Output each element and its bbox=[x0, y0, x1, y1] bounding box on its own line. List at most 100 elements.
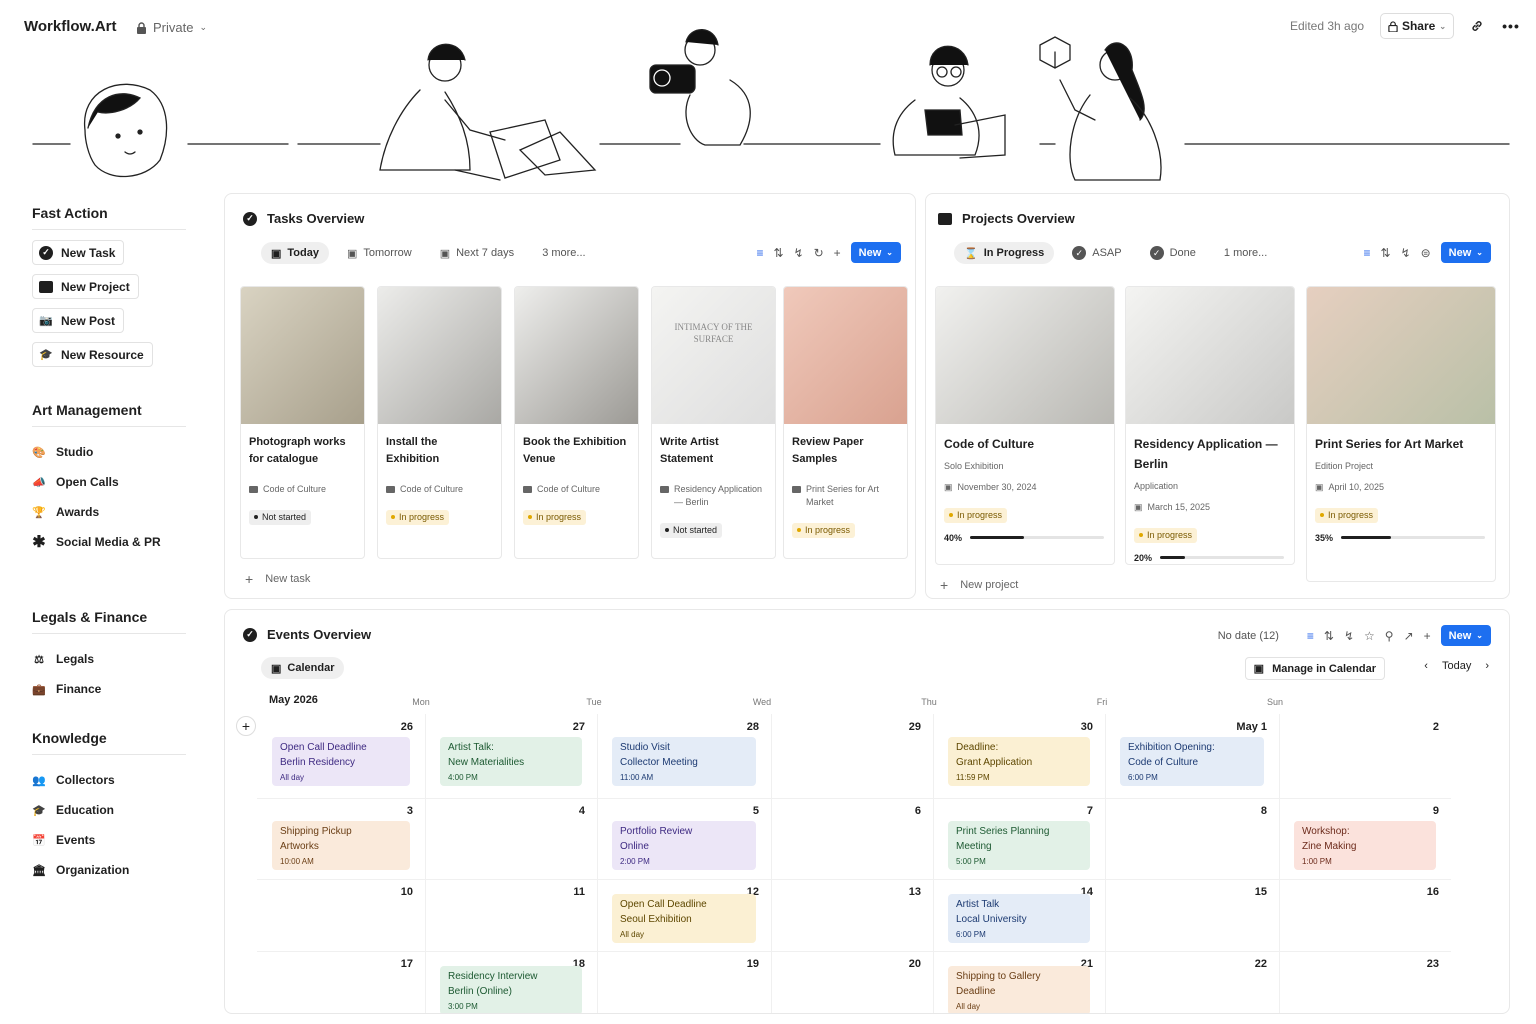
calendar-event[interactable]: Portfolio Review Online 2:00 PM bbox=[612, 821, 756, 870]
event-subtitle: Zine Making bbox=[1302, 841, 1357, 852]
tab-next-7-days[interactable]: ▣ Next 7 days bbox=[430, 242, 525, 264]
sidebar-item-organization[interactable]: 🏛 Organization bbox=[32, 855, 186, 885]
tab-asap[interactable]: ✓ ASAP bbox=[1062, 242, 1131, 264]
task-card[interactable]: INTIMACY OF THE SURFACE Write Artist Stat… bbox=[651, 286, 776, 559]
star-icon[interactable]: ☆ bbox=[1364, 629, 1375, 643]
task-card[interactable]: Photograph works for catalogue Code of Cu… bbox=[240, 286, 365, 559]
refresh-icon[interactable]: ↻ bbox=[814, 246, 824, 260]
tab-tomorrow[interactable]: ▣ Tomorrow bbox=[337, 242, 422, 264]
task-card[interactable]: Review Paper Samples Print Series for Art… bbox=[783, 286, 908, 559]
new-project-button[interactable]: New Project bbox=[32, 274, 139, 299]
settings-sliders-icon[interactable]: ⊜ bbox=[1421, 246, 1431, 260]
event-time: 11:59 PM bbox=[956, 773, 990, 782]
project-card[interactable]: Print Series for Art Market Edition Proje… bbox=[1306, 286, 1496, 582]
lightning-icon[interactable]: ↯ bbox=[1344, 629, 1354, 643]
sort-icon[interactable]: ⇅ bbox=[1324, 629, 1334, 643]
check-circle-icon: ✓ bbox=[243, 211, 257, 226]
new-post-button[interactable]: 📷 New Post bbox=[32, 308, 125, 333]
events-new-button[interactable]: New ⌄ bbox=[1440, 625, 1491, 646]
add-event-button[interactable]: + bbox=[236, 716, 256, 736]
event-time: All day bbox=[280, 773, 305, 782]
sidebar-item-awards[interactable]: 🏆 Awards bbox=[32, 497, 186, 527]
tab-today[interactable]: ▣ Today bbox=[261, 242, 329, 264]
tasks-panel: ✓ Tasks Overview ▣ Today ▣ Tomorrow ▣ Next … bbox=[224, 193, 916, 599]
progress-track bbox=[1160, 556, 1284, 559]
calendar-event[interactable]: Open Call Deadline Berlin Residency All da… bbox=[272, 737, 410, 786]
sidebar-item-label: Awards bbox=[56, 505, 100, 519]
projects-title-label: Projects Overview bbox=[962, 211, 1075, 226]
calendar-event[interactable]: Residency Interview Berlin (Online) 3:00 P… bbox=[440, 966, 582, 1013]
new-label: New bbox=[1448, 629, 1472, 642]
tab-more[interactable]: 1 more... bbox=[1214, 242, 1277, 264]
task-card-project: Code of Culture bbox=[378, 483, 501, 496]
calendar-event[interactable]: Print Series Planning Meeting 5:00 PM bbox=[948, 821, 1090, 870]
lightning-icon[interactable]: ↯ bbox=[1401, 246, 1411, 260]
sidebar-item-collectors[interactable]: 👥 Collectors bbox=[32, 765, 186, 795]
filter-icon[interactable]: ≡ bbox=[1363, 246, 1370, 260]
calendar-event[interactable]: Artist Talk Local University 6:00 PM bbox=[948, 894, 1090, 943]
sidebar-item-education[interactable]: 🎓 Education bbox=[32, 795, 186, 825]
event-title: Artist Talk bbox=[956, 899, 1000, 910]
calendar-event[interactable]: Workshop: Zine Making 1:00 PM bbox=[1294, 821, 1436, 870]
sidebar-item-finance[interactable]: 💼 Finance bbox=[32, 674, 186, 704]
tab-in-progress[interactable]: ⌛ In Progress bbox=[954, 242, 1055, 264]
calendar-event[interactable]: Exhibition Opening: Code of Culture 6:00 P… bbox=[1120, 737, 1264, 786]
calendar-day-number: 28 bbox=[746, 721, 759, 733]
status-dot bbox=[949, 513, 953, 517]
calendar-day-number: 15 bbox=[1254, 886, 1267, 898]
chevron-right-icon[interactable]: › bbox=[1485, 660, 1489, 672]
status-label: In progress bbox=[399, 512, 445, 522]
sort-icon[interactable]: ⇅ bbox=[1380, 246, 1390, 260]
tasks-new-button[interactable]: New ⌄ bbox=[850, 242, 901, 263]
sidebar-item-social-media[interactable]: ✱ Social Media & PR bbox=[32, 527, 186, 557]
calendar-event[interactable]: Open Call Deadline Seoul Exhibition All da… bbox=[612, 894, 756, 943]
calendar-day-number: 8 bbox=[1260, 805, 1267, 817]
calendar-day-number: 7 bbox=[1086, 805, 1093, 817]
sidebar: Fast Action ✓ New Task New Project 📷 New P… bbox=[32, 205, 186, 885]
today-button[interactable]: Today bbox=[1442, 660, 1471, 672]
sidebar-item-studio[interactable]: 🎨 Studio bbox=[32, 437, 186, 467]
project-card[interactable]: Code of Culture Solo Exhibition ▣ November … bbox=[935, 286, 1115, 565]
calendar-icon: ▣ bbox=[1315, 482, 1324, 492]
plus-icon[interactable]: + bbox=[1424, 629, 1431, 643]
task-card-status: In progress bbox=[378, 496, 501, 525]
new-task-row[interactable]: + New task bbox=[245, 571, 310, 587]
graduation-cap-icon: 🎓 bbox=[39, 349, 53, 361]
task-card-status: In progress bbox=[515, 496, 638, 525]
new-task-button[interactable]: ✓ New Task bbox=[32, 240, 125, 265]
sort-icon[interactable]: ⇅ bbox=[773, 246, 783, 260]
sidebar-item-legals[interactable]: ⚖ Legals bbox=[32, 644, 186, 674]
manage-calendar-button[interactable]: ▣ Manage in Calendar bbox=[1244, 657, 1385, 680]
projects-new-button[interactable]: New ⌄ bbox=[1440, 242, 1491, 263]
sidebar-item-open-calls[interactable]: 📣 Open Calls bbox=[32, 467, 186, 497]
plus-icon[interactable]: + bbox=[834, 246, 841, 260]
calendar-event[interactable]: Shipping Pickup Artworks 10:00 AM bbox=[272, 821, 410, 870]
calendar-icon: ▣ bbox=[271, 247, 282, 260]
calendar-event[interactable]: Deadline: Grant Application 11:59 PM bbox=[948, 737, 1090, 786]
expand-icon[interactable]: ↗ bbox=[1404, 629, 1414, 643]
project-label: Code of Culture bbox=[537, 484, 601, 494]
filter-icon[interactable]: ≡ bbox=[756, 246, 763, 260]
search-icon[interactable]: ⚲ bbox=[1385, 629, 1394, 643]
tab-done[interactable]: ✓ Done bbox=[1140, 242, 1206, 264]
chevron-left-icon[interactable]: ‹ bbox=[1424, 660, 1428, 672]
new-resource-button[interactable]: 🎓 New Resource bbox=[32, 342, 153, 367]
tab-calendar[interactable]: ▣ Calendar bbox=[261, 657, 345, 679]
calendar-event[interactable]: Studio Visit Collector Meeting 11:00 AM bbox=[612, 737, 756, 786]
sidebar-item-events[interactable]: 📅 Events bbox=[32, 825, 186, 855]
tab-more[interactable]: 3 more... bbox=[532, 242, 595, 264]
task-card[interactable]: Book the Exhibition Venue Code of Culture… bbox=[514, 286, 639, 559]
no-date-count[interactable]: No date (12) bbox=[1218, 630, 1279, 642]
new-task-label: New Task bbox=[61, 245, 116, 260]
calendar-event[interactable]: Shipping to Gallery Deadline All day bbox=[948, 966, 1090, 1013]
calendar-event[interactable]: Artist Talk: New Materialities 4:00 PM bbox=[440, 737, 582, 786]
task-card-project: Code of Culture bbox=[515, 483, 638, 496]
task-card[interactable]: Install the Exhibition Code of Culture In … bbox=[377, 286, 502, 559]
new-project-row[interactable]: + New project bbox=[940, 577, 1018, 593]
calendar-day-number: 5 bbox=[752, 805, 759, 817]
lightning-icon[interactable]: ↯ bbox=[794, 246, 804, 260]
tab-label: Today bbox=[287, 247, 319, 259]
filter-icon[interactable]: ≡ bbox=[1307, 629, 1314, 643]
project-card[interactable]: Residency Application — Berlin Applicatio… bbox=[1125, 286, 1295, 565]
event-subtitle: Collector Meeting bbox=[620, 757, 698, 768]
